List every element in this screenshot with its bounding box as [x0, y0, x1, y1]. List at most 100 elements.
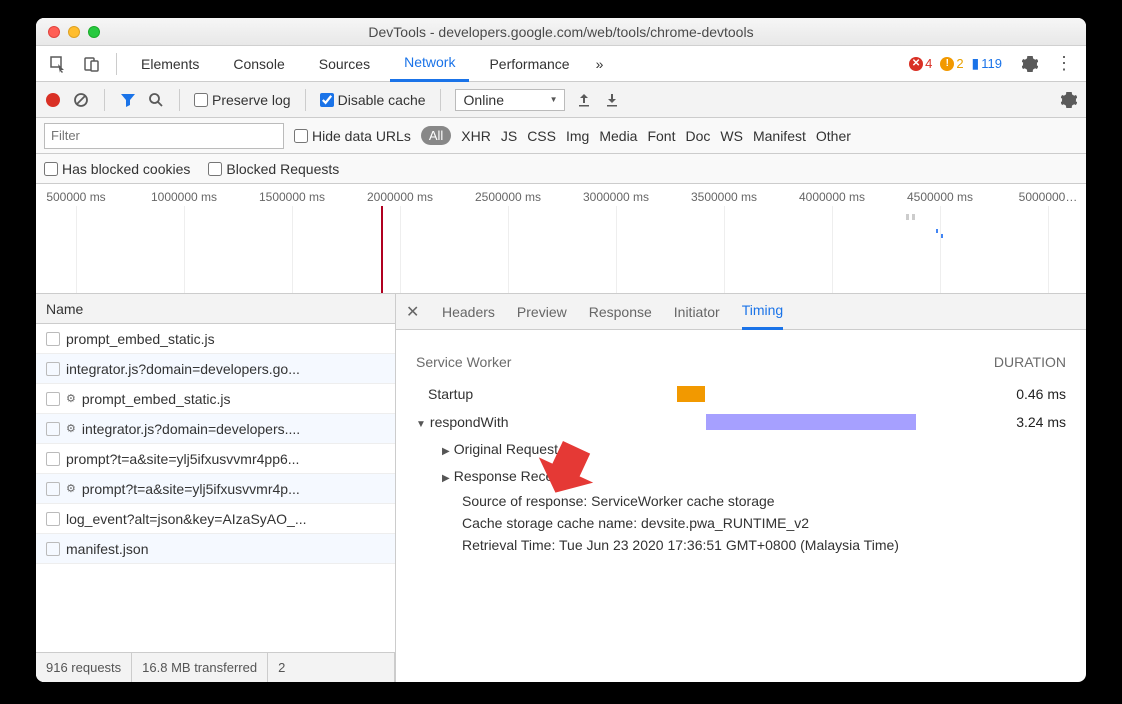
timeline-tick: 2000000 ms [367, 190, 433, 204]
timeline-tick: 1000000 ms [151, 190, 217, 204]
network-toolbar: Preserve log Disable cache Online [36, 82, 1086, 118]
request-row[interactable]: ⚙ prompt?t=a&site=ylj5ifxusvvmr4p... [36, 474, 395, 504]
disable-cache-checkbox[interactable]: Disable cache [320, 92, 426, 108]
filter-icon[interactable] [119, 91, 137, 109]
request-name: prompt?t=a&site=ylj5ifxusvvmr4p... [82, 481, 300, 497]
info-count: 119 [981, 56, 1002, 71]
type-filter-other[interactable]: Other [816, 128, 851, 144]
request-row[interactable]: integrator.js?domain=developers.go... [36, 354, 395, 384]
close-panel-icon[interactable]: ✕ [406, 302, 420, 322]
timeline-tick: 3500000 ms [691, 190, 757, 204]
type-filter-doc[interactable]: Doc [685, 128, 710, 144]
close-window-button[interactable] [48, 26, 60, 38]
disclosure-triangle-icon[interactable]: ▼ [416, 419, 426, 430]
tab-console[interactable]: Console [219, 46, 298, 82]
request-row[interactable]: ⚙ integrator.js?domain=developers.... [36, 414, 395, 444]
download-icon[interactable] [603, 91, 621, 109]
timeline-tick: 2500000 ms [475, 190, 541, 204]
request-row[interactable]: manifest.json [36, 534, 395, 564]
search-icon[interactable] [147, 91, 165, 109]
file-icon [46, 422, 60, 436]
request-row[interactable]: log_event?alt=json&key=AIzaSyAO_... [36, 504, 395, 534]
timeline-tick: 3000000 ms [583, 190, 649, 204]
titlebar: DevTools - developers.google.com/web/too… [36, 18, 1086, 46]
record-button[interactable] [44, 91, 62, 109]
filter-bar: Hide data URLs All XHR JS CSS Img Media … [36, 118, 1086, 154]
tab-initiator[interactable]: Initiator [674, 294, 720, 330]
devtools-window: DevTools - developers.google.com/web/too… [36, 18, 1086, 682]
blocked-requests-checkbox[interactable]: Blocked Requests [208, 161, 339, 177]
respondwith-label: respondWith [430, 414, 509, 430]
minimize-window-button[interactable] [68, 26, 80, 38]
request-list: Name prompt_embed_static.jsintegrator.js… [36, 294, 396, 682]
type-filter-img[interactable]: Img [566, 128, 589, 144]
request-row[interactable]: prompt_embed_static.js [36, 324, 395, 354]
request-name: prompt?t=a&site=ylj5ifxusvvmr4pp6... [66, 451, 299, 467]
request-name: prompt_embed_static.js [82, 391, 231, 407]
clear-icon[interactable] [72, 91, 90, 109]
maximize-window-button[interactable] [88, 26, 100, 38]
disclosure-triangle-icon[interactable]: ▶ [442, 468, 450, 490]
panel-settings-gear-icon[interactable] [1060, 91, 1078, 109]
detail-tabs: ✕ Headers Preview Response Initiator Tim… [396, 294, 1086, 330]
kebab-menu-icon[interactable]: ⋮ [1050, 50, 1078, 78]
console-summary[interactable]: ✕4 !2 ▮119 [909, 55, 1002, 72]
tab-headers[interactable]: Headers [442, 294, 495, 330]
request-row[interactable]: ⚙ prompt_embed_static.js [36, 384, 395, 414]
type-filter-manifest[interactable]: Manifest [753, 128, 806, 144]
status-more: 2 [268, 653, 395, 682]
type-filter-font[interactable]: Font [647, 128, 675, 144]
file-icon [46, 392, 60, 406]
type-filter-ws[interactable]: WS [720, 128, 743, 144]
throttle-select[interactable]: Online [455, 89, 565, 111]
file-icon [46, 482, 60, 496]
tab-network[interactable]: Network [390, 46, 469, 82]
tab-response[interactable]: Response [589, 294, 652, 330]
tab-performance[interactable]: Performance [475, 46, 583, 82]
tab-overflow[interactable]: » [590, 46, 610, 82]
settings-gear-icon[interactable] [1016, 50, 1044, 78]
type-filter-xhr[interactable]: XHR [461, 128, 491, 144]
tab-sources[interactable]: Sources [305, 46, 384, 82]
request-name: manifest.json [66, 541, 148, 557]
respondwith-bar [706, 414, 916, 430]
startup-label: Startup [416, 386, 676, 402]
startup-duration: 0.46 ms [986, 386, 1066, 402]
preserve-log-checkbox[interactable]: Preserve log [194, 92, 291, 108]
request-name: integrator.js?domain=developers.... [82, 421, 300, 437]
timeline-tick: 4500000 ms [907, 190, 973, 204]
filter-input[interactable] [44, 123, 284, 149]
request-row[interactable]: prompt?t=a&site=ylj5ifxusvvmr4pp6... [36, 444, 395, 474]
warning-count: 2 [956, 56, 963, 71]
inspect-icon[interactable] [44, 50, 72, 78]
file-icon [46, 332, 60, 346]
has-blocked-cookies-checkbox[interactable]: Has blocked cookies [44, 161, 190, 177]
divider [104, 89, 105, 111]
disclosure-triangle-icon[interactable]: ▶ [442, 441, 450, 463]
error-count: 4 [925, 56, 932, 71]
name-column-header[interactable]: Name [36, 294, 395, 324]
divider [116, 53, 117, 75]
hide-data-urls-checkbox[interactable]: Hide data URLs [294, 128, 411, 144]
tab-preview[interactable]: Preview [517, 294, 567, 330]
file-icon [46, 542, 60, 556]
gear-icon: ⚙ [66, 392, 76, 405]
filter-bar-2: Has blocked cookies Blocked Requests [36, 154, 1086, 184]
gear-icon: ⚙ [66, 422, 76, 435]
type-filter-js[interactable]: JS [501, 128, 517, 144]
type-filter-all[interactable]: All [421, 126, 451, 145]
gear-icon: ⚙ [66, 482, 76, 495]
type-filter-media[interactable]: Media [599, 128, 637, 144]
tab-elements[interactable]: Elements [127, 46, 213, 82]
tab-timing[interactable]: Timing [742, 294, 784, 330]
transferred-size: 16.8 MB transferred [132, 653, 268, 682]
cache-name: Cache storage cache name: devsite.pwa_RU… [442, 512, 1066, 534]
retrieval-time: Retrieval Time: Tue Jun 23 2020 17:36:51… [442, 534, 1066, 556]
request-detail: ✕ Headers Preview Response Initiator Tim… [396, 294, 1086, 682]
file-icon [46, 362, 60, 376]
timing-panel: Service Worker DURATION Startup 0.46 ms … [396, 330, 1086, 682]
type-filter-css[interactable]: CSS [527, 128, 556, 144]
device-toggle-icon[interactable] [78, 50, 106, 78]
upload-icon[interactable] [575, 91, 593, 109]
overview-timeline[interactable]: 500000 ms1000000 ms1500000 ms2000000 ms2… [36, 184, 1086, 294]
